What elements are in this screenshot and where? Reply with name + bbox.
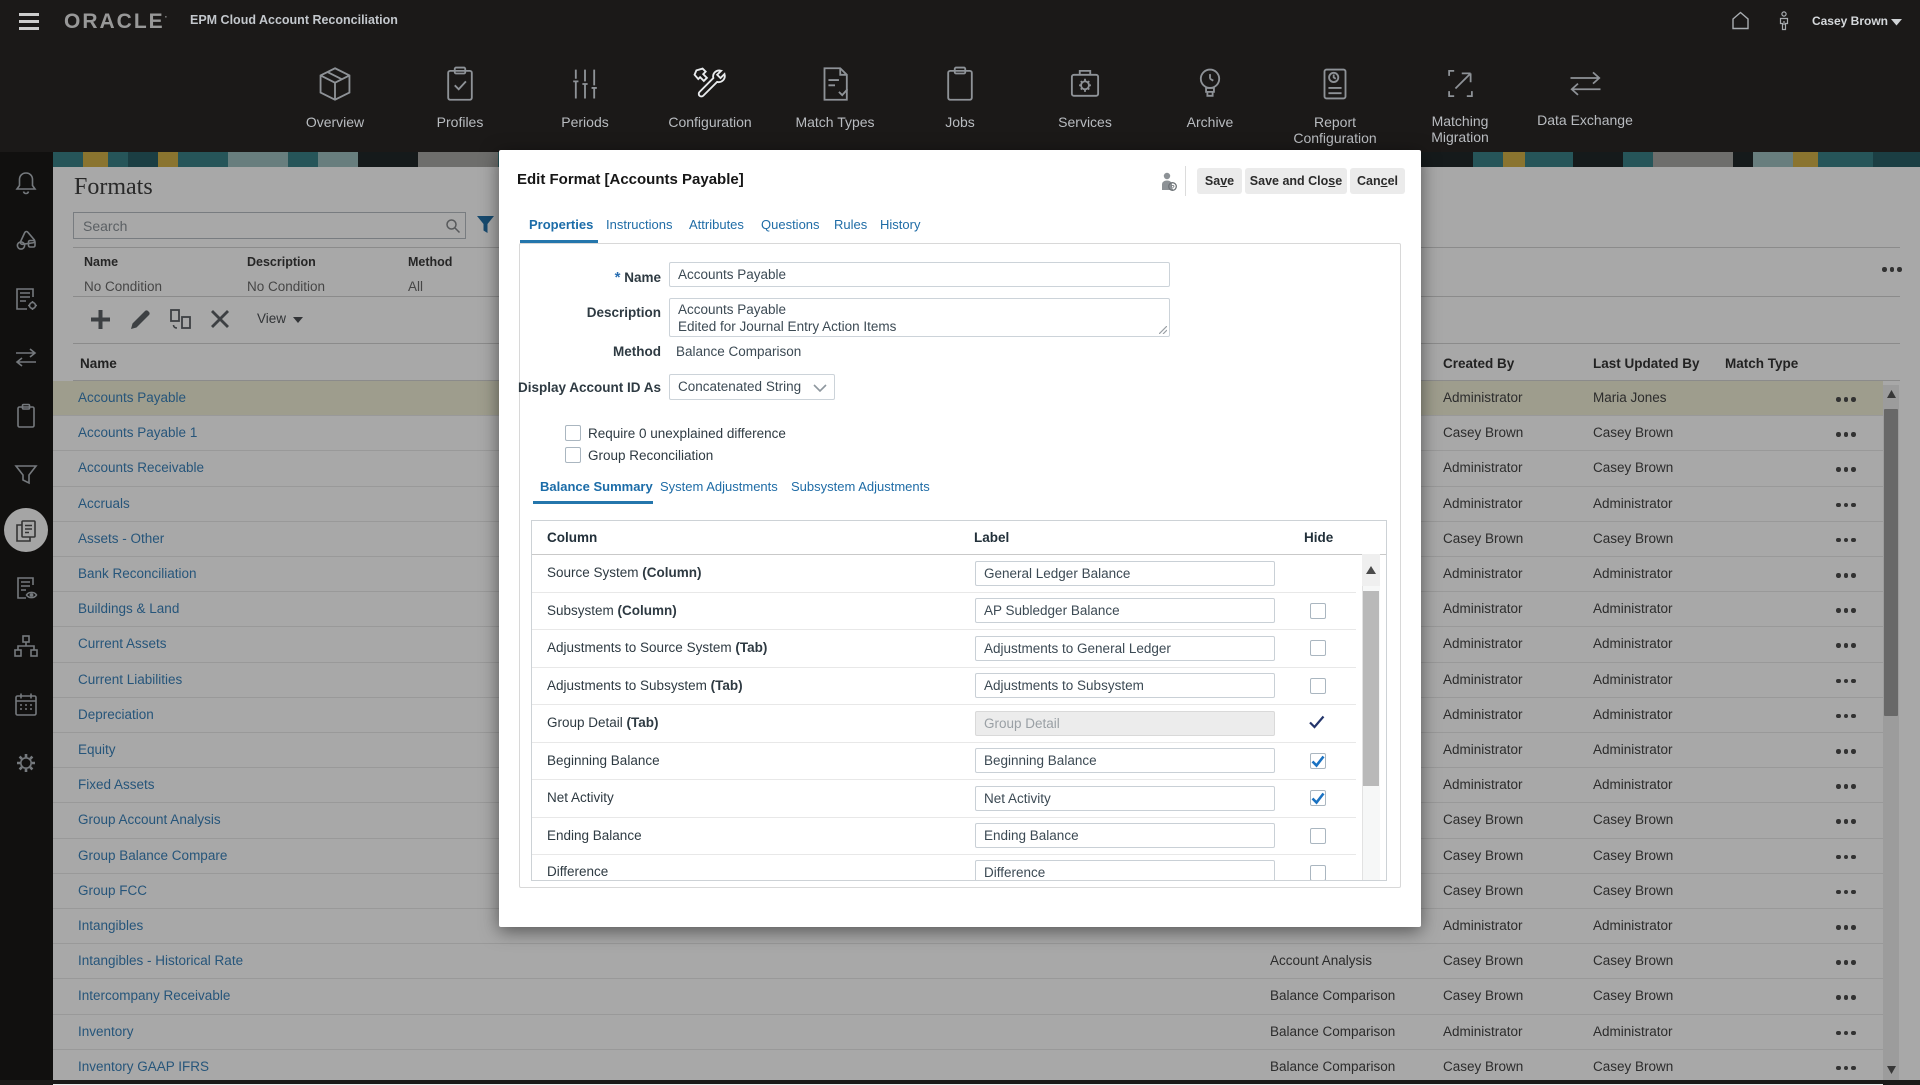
svg-text:?: ? xyxy=(1171,184,1175,191)
